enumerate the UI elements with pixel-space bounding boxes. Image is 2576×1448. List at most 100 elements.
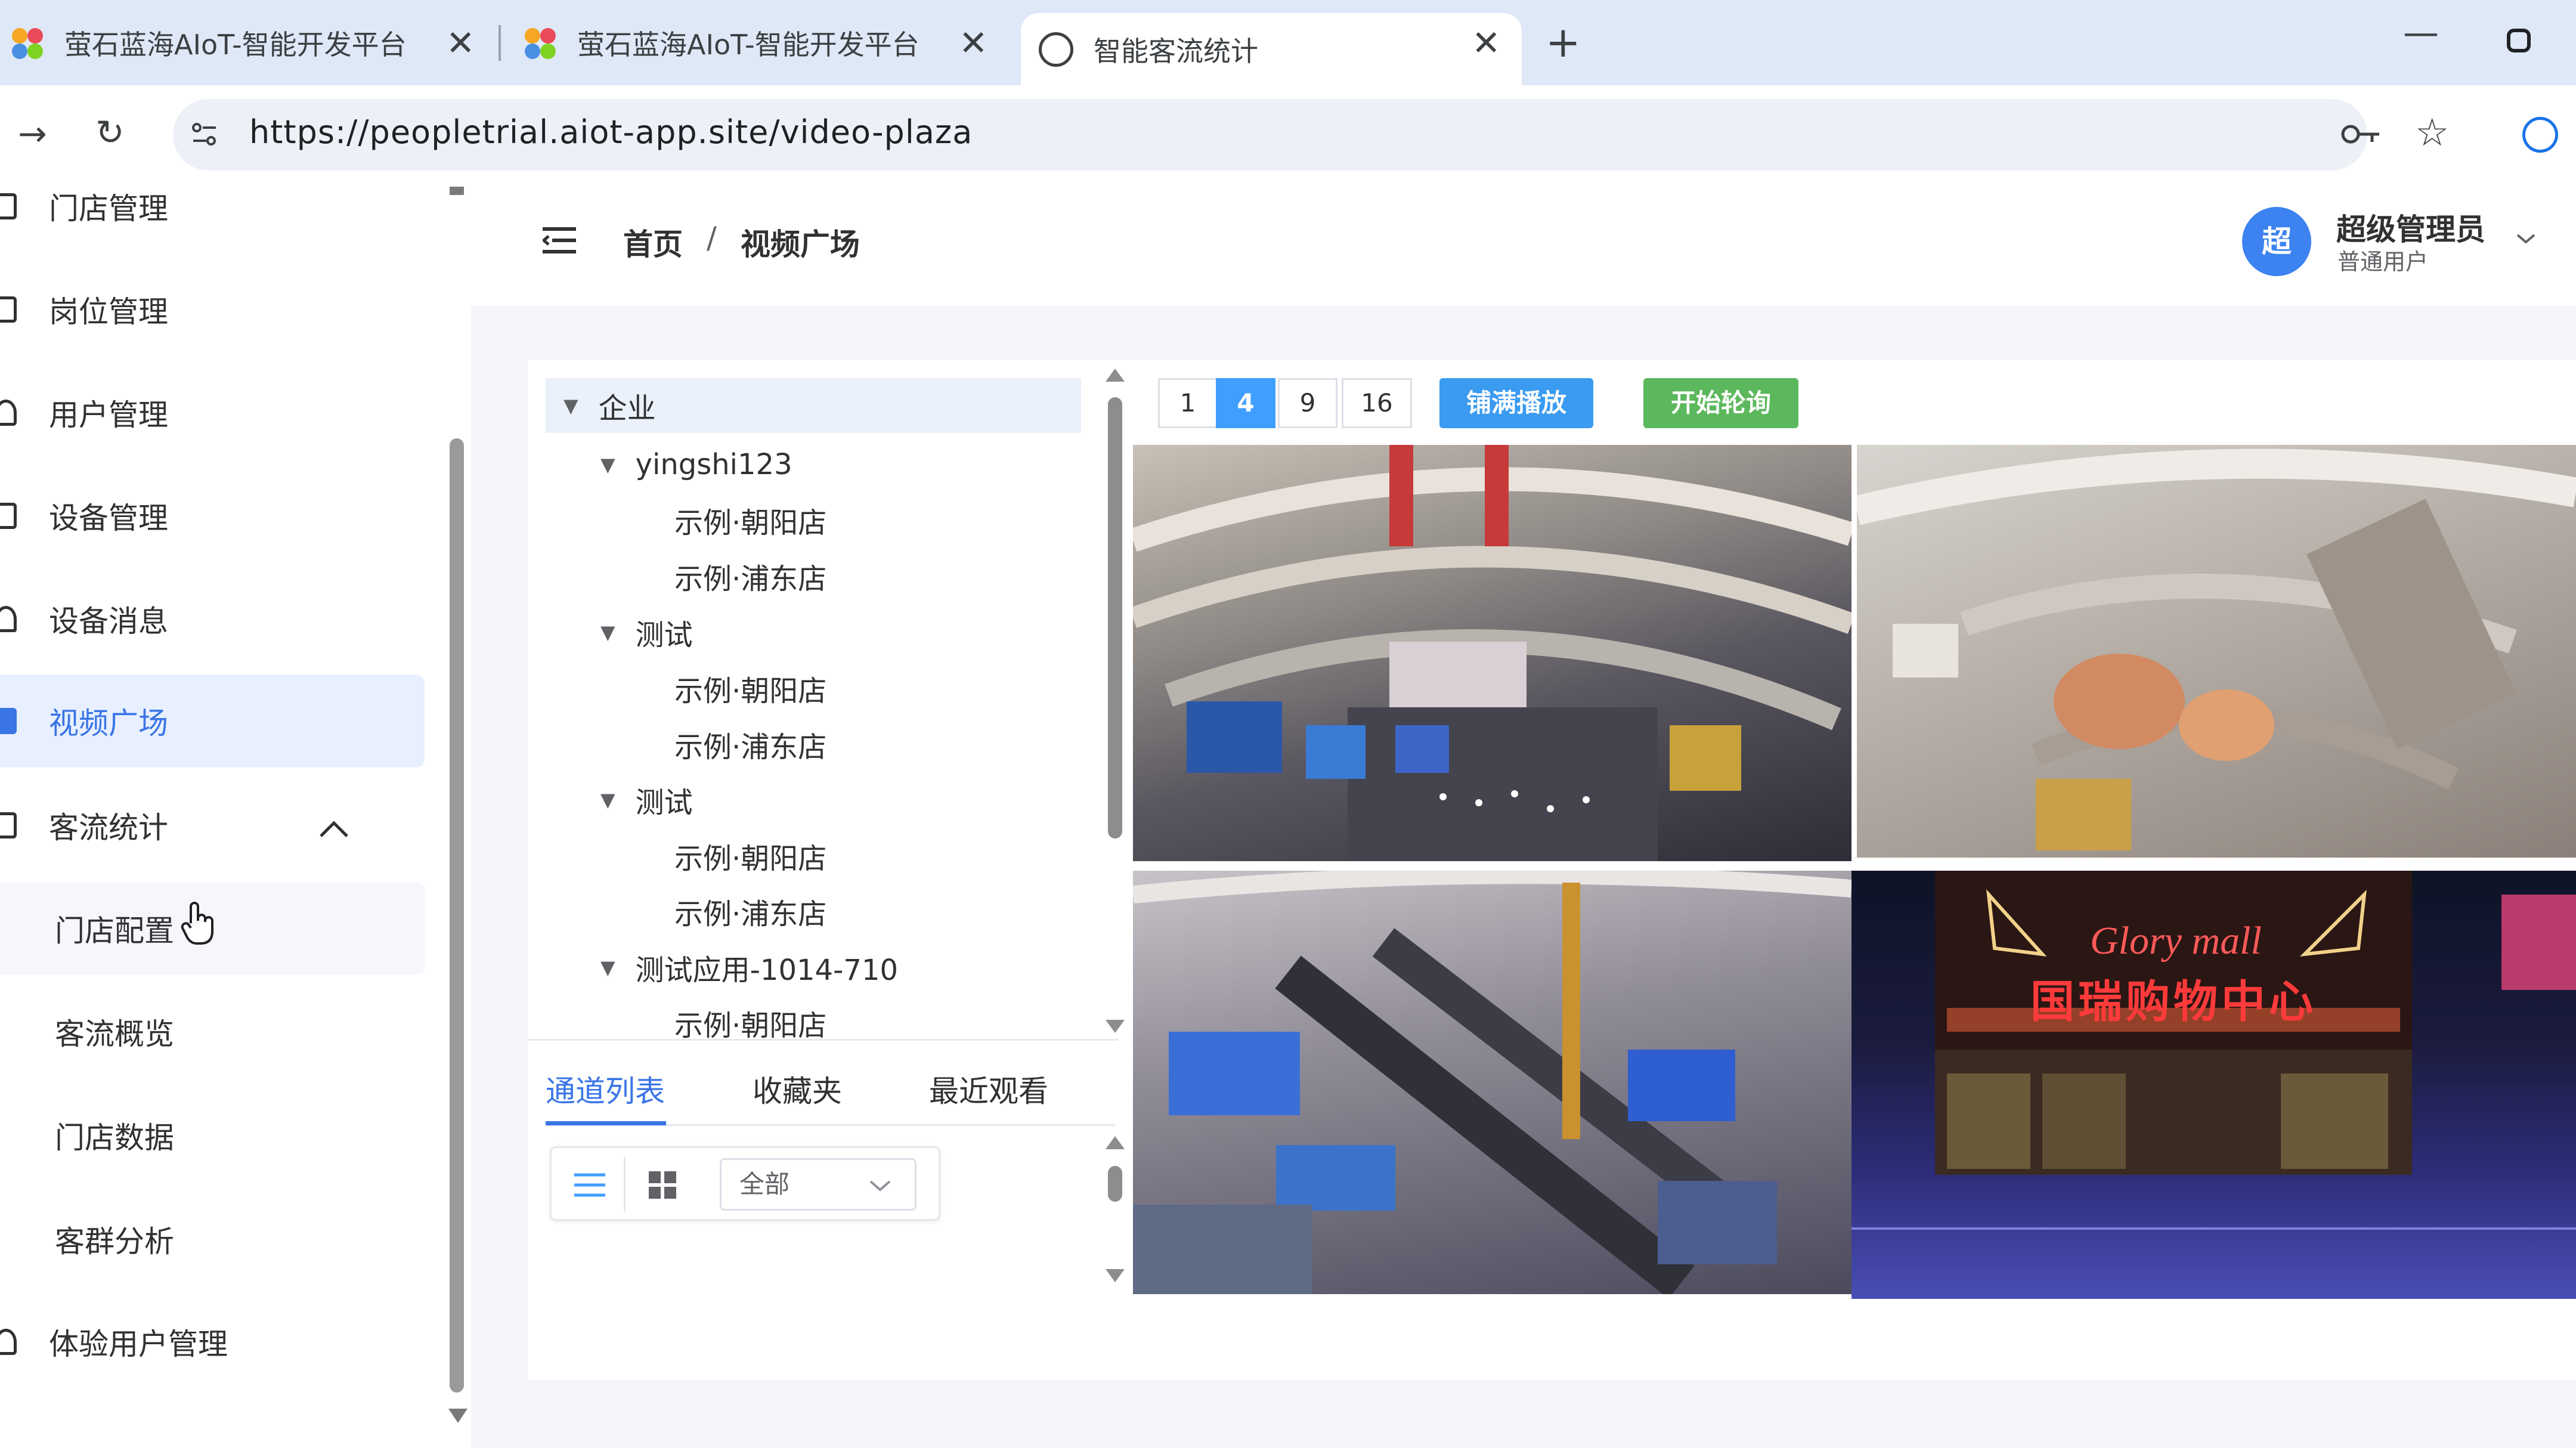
- tree-node-root[interactable]: ▼ 企业: [546, 378, 1081, 433]
- mall-atrium-image: [1133, 445, 1852, 861]
- tree-node[interactable]: ▼ 测试: [546, 772, 693, 827]
- chevron-down-icon[interactable]: [2515, 231, 2537, 246]
- scroll-down-arrow-icon[interactable]: [448, 1409, 467, 1423]
- start-rotation-button[interactable]: 开始轮询: [1643, 378, 1798, 428]
- tree-leaf[interactable]: 示例·浦东店: [546, 884, 826, 939]
- select-value: 全部: [739, 1169, 790, 1199]
- sidebar-item-label: 岗位管理: [49, 295, 168, 329]
- minimize-icon[interactable]: —: [2403, 12, 2439, 54]
- tree-leaf[interactable]: 示例·浦东店: [546, 549, 826, 604]
- tab-title: 萤石蓝海AIoT-智能开发平台: [64, 28, 407, 61]
- scroll-down-arrow-icon[interactable]: [1106, 1020, 1125, 1033]
- video-tile-2[interactable]: [1857, 445, 2576, 858]
- sidebar-item-device-management[interactable]: 设备管理: [0, 469, 425, 562]
- list-view-icon[interactable]: [557, 1158, 623, 1212]
- close-tab-icon[interactable]: ✕: [1472, 23, 1501, 63]
- profile-icon[interactable]: [2522, 117, 2558, 153]
- sidebar-item-user-management[interactable]: 用户管理: [0, 366, 425, 459]
- layout-16-button[interactable]: 16: [1342, 378, 1412, 428]
- new-tab-icon[interactable]: +: [1546, 18, 1581, 67]
- app-logo-icon: [522, 26, 557, 60]
- scroll-up-arrow-icon[interactable]: [1106, 369, 1125, 382]
- sidebar-scroll-thumb[interactable]: [450, 438, 464, 1393]
- layout-4-button[interactable]: 4: [1216, 378, 1275, 428]
- scroll-up-arrow-icon[interactable]: [450, 187, 464, 195]
- breadcrumb-home[interactable]: 首页: [623, 221, 683, 264]
- sidebar-item-store-management[interactable]: 门店管理: [0, 160, 425, 253]
- caret-down-icon[interactable]: ▼: [600, 788, 615, 811]
- close-tab-icon[interactable]: ✕: [446, 23, 475, 63]
- site-settings-icon[interactable]: [190, 119, 219, 149]
- reload-icon[interactable]: ↻: [95, 112, 125, 153]
- tree-node-label: 示例·浦东店: [674, 898, 827, 931]
- fill-play-button[interactable]: 铺满播放: [1439, 378, 1593, 428]
- sidebar-subitem-store-data[interactable]: 门店数据: [0, 1089, 425, 1182]
- layout-9-button[interactable]: 9: [1278, 378, 1337, 428]
- tab-recent[interactable]: 最近观看: [929, 1068, 1048, 1110]
- restore-icon[interactable]: [2507, 29, 2531, 52]
- sidebar-item-label: 客群分析: [55, 1224, 174, 1259]
- browser-tab-2[interactable]: 萤石蓝海AIoT-智能开发平台: [522, 0, 993, 85]
- video-icon: [0, 708, 17, 734]
- tree-node[interactable]: ▼ yingshi123: [546, 437, 792, 492]
- chevron-down-icon[interactable]: [868, 1178, 892, 1193]
- sidebar-item-video-plaza[interactable]: 视频广场: [0, 675, 425, 768]
- tree-leaf[interactable]: 示例·朝阳店: [546, 493, 826, 547]
- tree-node-label: 示例·浦东店: [674, 731, 827, 764]
- tree-node[interactable]: ▼ 测试: [546, 605, 693, 660]
- tree-leaf[interactable]: 示例·浦东店: [546, 717, 826, 772]
- sidebar-item-label: 视频广场: [49, 706, 168, 741]
- divider: [624, 1157, 626, 1212]
- caret-down-icon[interactable]: ▼: [600, 453, 615, 476]
- forward-icon[interactable]: →: [18, 113, 47, 154]
- browser-tab-1[interactable]: 萤石蓝海AIoT-智能开发平台: [10, 0, 481, 85]
- bookmark-star-icon[interactable]: ☆: [2415, 111, 2449, 155]
- mall-sign-english: Glory mall: [2090, 919, 2262, 963]
- breadcrumb-separator: /: [707, 221, 717, 255]
- tree-leaf[interactable]: 示例·朝阳店: [546, 828, 826, 883]
- clipboard-icon: [0, 296, 17, 323]
- sidebar-subitem-customer-analysis[interactable]: 客群分析: [0, 1193, 425, 1286]
- sidebar-subitem-traffic-overview[interactable]: 客流概览: [0, 985, 425, 1078]
- sidebar-item-label: 客流概览: [55, 1017, 174, 1051]
- password-key-icon[interactable]: [2340, 119, 2382, 149]
- chevron-up-icon[interactable]: [316, 811, 352, 847]
- close-tab-icon[interactable]: ✕: [959, 23, 988, 63]
- menu-toggle-icon[interactable]: [541, 225, 576, 255]
- browser-tab-active[interactable]: 智能客流统计: [1021, 13, 1522, 85]
- tree-node-label: 示例·浦东店: [674, 562, 827, 596]
- video-tile-3[interactable]: [1133, 871, 1852, 1294]
- avatar[interactable]: 超: [2242, 207, 2311, 276]
- tree-leaf[interactable]: 示例·朝阳店: [546, 661, 826, 716]
- sidebar-item-trial-users[interactable]: 体验用户管理: [0, 1295, 425, 1388]
- tree-node[interactable]: ▼ 测试应用-1014-710: [546, 940, 898, 995]
- tree-node-label: 示例·朝阳店: [674, 1009, 827, 1042]
- caret-down-icon[interactable]: ▼: [600, 621, 615, 643]
- scroll-down-arrow-icon[interactable]: [1106, 1269, 1125, 1282]
- tree-node-label: yingshi123: [635, 448, 792, 481]
- layout-1-button[interactable]: 1: [1158, 378, 1218, 428]
- caret-down-icon[interactable]: ▼: [600, 956, 615, 979]
- caret-down-icon[interactable]: ▼: [564, 394, 578, 417]
- grid-view-icon[interactable]: [630, 1158, 695, 1212]
- sidebar-item-position-management[interactable]: 岗位管理: [0, 263, 425, 356]
- tree-scroll-thumb[interactable]: [1108, 397, 1122, 839]
- tree-node-label: 测试应用-1014-710: [635, 954, 899, 987]
- tree-leaf[interactable]: 示例·朝阳店: [546, 995, 826, 1050]
- bell-icon: [0, 606, 17, 632]
- sidebar-item-traffic-stats[interactable]: 客流统计: [0, 779, 425, 872]
- mall-interior-image: [1857, 448, 2576, 850]
- scroll-up-arrow-icon[interactable]: [1106, 1136, 1125, 1149]
- url-text[interactable]: https://peopletrial.aiot-app.site/video-…: [249, 113, 973, 151]
- sidebar-item-device-messages[interactable]: 设备消息: [0, 573, 425, 666]
- monitor-icon: [0, 503, 17, 529]
- tree-node-label: 测试: [635, 786, 693, 819]
- video-tile-4[interactable]: Glory mall 国瑞购物中心: [1852, 871, 2576, 1299]
- user-name[interactable]: 超级管理员: [2336, 206, 2485, 249]
- scroll-thumb[interactable]: [1108, 1166, 1122, 1202]
- video-tile-1[interactable]: [1133, 445, 1852, 861]
- tab-favorites[interactable]: 收藏夹: [753, 1068, 842, 1110]
- tab-title: 萤石蓝海AIoT-智能开发平台: [577, 28, 919, 61]
- tab-channel-list[interactable]: 通道列表: [546, 1068, 665, 1110]
- user-icon: [0, 400, 17, 426]
